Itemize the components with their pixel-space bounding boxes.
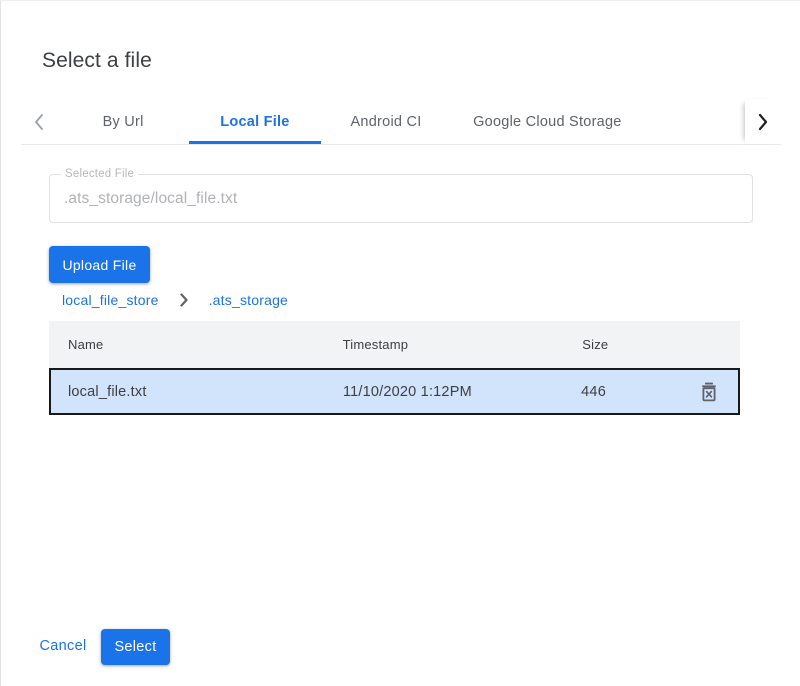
chevron-right-icon [179,293,189,307]
selected-file-value: .ats_storage/local_file.txt [64,188,237,210]
cancel-button[interactable]: Cancel [33,629,93,663]
tab-label: By Url [103,114,144,130]
column-header-timestamp: Timestamp [343,337,583,352]
page-title: Select a file [42,46,152,76]
table-row[interactable]: local_file.txt 11/10/2020 1:12PM 446 [49,368,740,415]
select-button[interactable]: Select [101,629,170,665]
selected-file-input[interactable]: Selected File .ats_storage/local_file.tx… [49,174,753,223]
table-header-row: Name Timestamp Size [49,321,740,368]
tabs-track: By Url Local File Android CI Google Clou… [57,99,745,144]
tab-android-ci[interactable]: Android CI [321,99,452,144]
dialog-footer: Cancel Select [1,625,800,667]
breadcrumb-item-ats-storage[interactable]: .ats_storage [209,292,288,308]
selected-file-label: Selected File [61,167,138,182]
chevron-left-icon [33,113,45,131]
chevron-right-icon [757,113,769,131]
tab-google-cloud-storage[interactable]: Google Cloud Storage [451,99,643,144]
column-header-size: Size [582,337,682,352]
file-table: Name Timestamp Size local_file.txt 11/10… [49,321,740,415]
cell-file-timestamp: 11/10/2020 1:12PM [343,384,581,400]
tab-label: Google Cloud Storage [473,114,622,130]
tabs-scroll-prev-button[interactable] [21,99,57,144]
cell-file-name: local_file.txt [51,384,343,400]
select-file-dialog: Select a file By Url Local File Android … [0,0,800,686]
column-header-name: Name [49,337,343,352]
tab-label: Local File [220,114,289,130]
tabs-scroll-next-button[interactable] [745,99,781,144]
upload-file-button[interactable]: Upload File [49,246,150,283]
breadcrumb: local_file_store .ats_storage [62,290,288,310]
tab-overflow[interactable] [643,99,745,144]
delete-trash-icon [700,382,718,402]
tab-label: Android CI [351,114,422,130]
tab-local-file[interactable]: Local File [189,99,320,144]
delete-file-button[interactable] [680,382,738,402]
tab-bar: By Url Local File Android CI Google Clou… [21,99,781,145]
tab-by-url[interactable]: By Url [57,99,189,144]
tabs-scroller: By Url Local File Android CI Google Clou… [57,99,745,144]
cell-file-size: 446 [581,384,680,400]
breadcrumb-item-local-file-store[interactable]: local_file_store [62,292,159,308]
